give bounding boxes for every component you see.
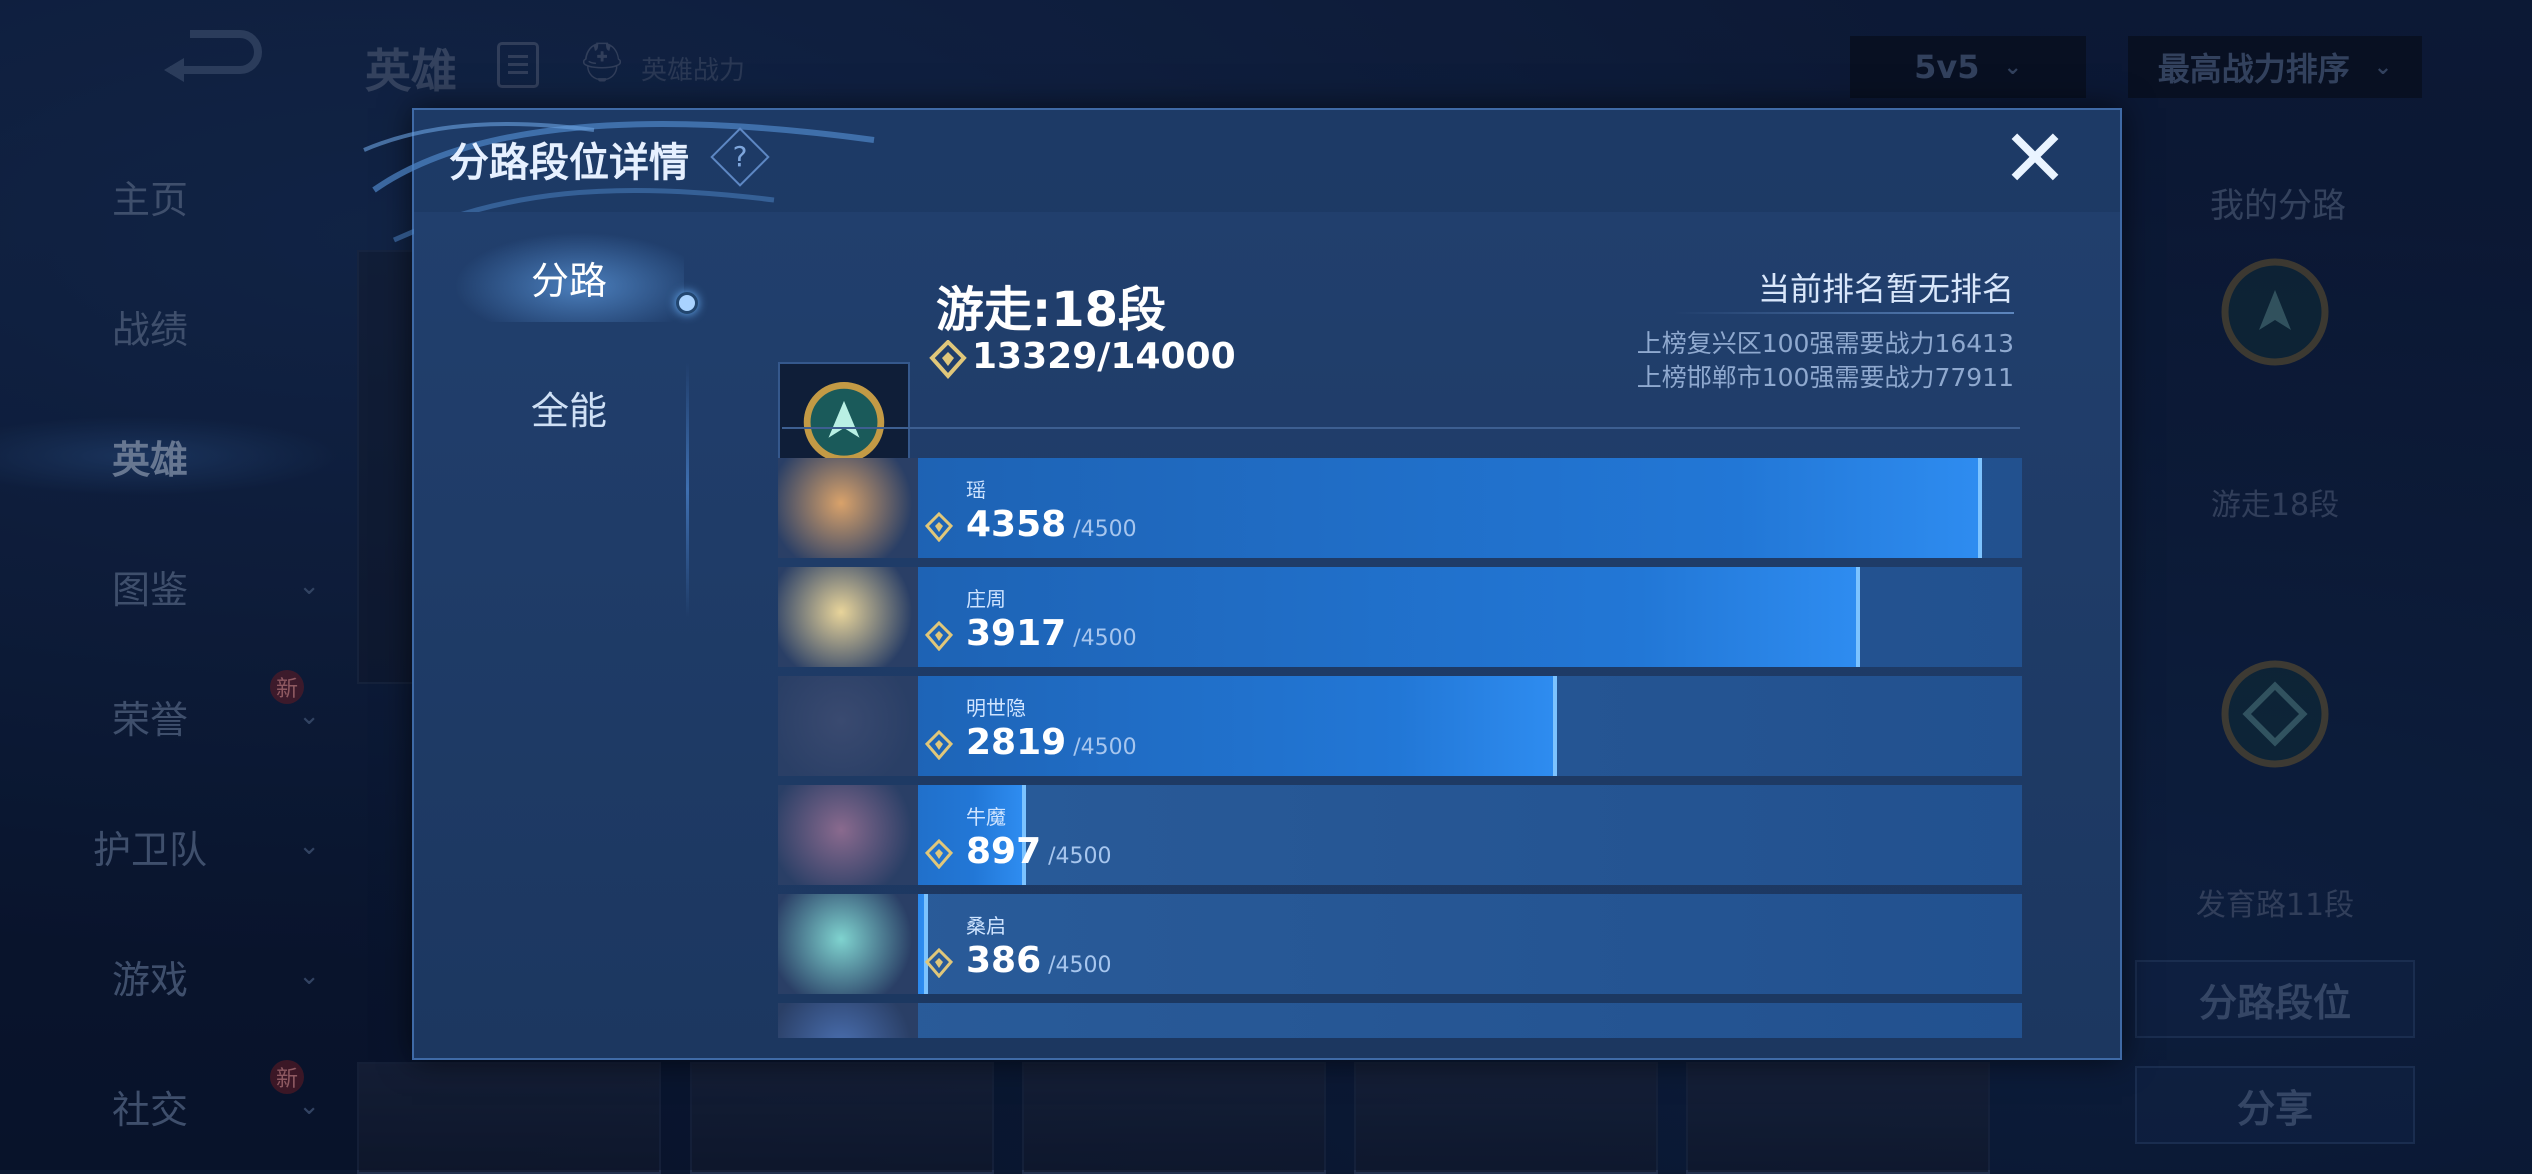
hero-row[interactable]: 桑启 386 /4500 [778,894,2022,994]
hero-power: 3917 /4500 [966,613,1137,654]
hero-portrait [778,1003,918,1038]
hero-power: 897 /4500 [966,831,1112,872]
hero-row[interactable] [778,1003,2022,1038]
hero-power-max: /4500 [1041,844,1112,869]
power-icon [924,621,954,651]
lane-rank-detail-modal: 分路段位详情 ? ✕ 分路 全能 游走:18段 13329/14000 当前排名… [363,108,2122,1060]
hero-power-value: 3917 [966,613,1067,654]
rank-requirement: 上榜复兴区100强需要战力16413 [1636,329,2014,358]
hero-portrait [778,676,918,776]
rank-requirement: 上榜邯郸市100强需要战力77911 [1636,363,2014,392]
tab-lane[interactable]: 分路 [454,232,684,322]
hero-name: 桑启 [966,914,1006,938]
hero-portrait [778,567,918,667]
lane-power-max: /14000 [1097,336,1236,377]
power-icon [924,948,954,978]
hero-power-value: 386 [966,940,1042,981]
hero-power: 2819 /4500 [966,722,1137,763]
hero-power-max: /4500 [1066,735,1137,760]
tab-rail [686,362,689,617]
hero-portrait [778,894,918,994]
hero-power: 4358 /4500 [966,504,1137,545]
hero-power: 386 /4500 [966,940,1112,981]
hero-power-list[interactable]: 瑶 4358 /4500 庄周 3917 /4500 明世隐 2819 /4500 牛魔 89… [778,458,2022,1038]
modal-body: 分路 全能 游走:18段 13329/14000 当前排名暂无排名 上榜复兴区1… [414,212,2120,1058]
rank-divider [1674,312,2014,314]
power-icon [924,512,954,542]
power-icon [924,730,954,760]
active-tab-indicator [676,292,698,314]
lane-power: 13329/14000 [972,336,1236,377]
hero-power-value: 2819 [966,722,1067,763]
power-icon [924,839,954,869]
tab-all-round[interactable]: 全能 [454,362,684,452]
hero-power-progress [778,567,1861,667]
hero-power-progress [778,458,1983,558]
hero-power-max: /4500 [1066,626,1137,651]
power-icon [929,340,967,380]
hero-row[interactable]: 明世隐 2819 /4500 [778,676,2022,776]
close-button[interactable]: ✕ [2000,119,2070,199]
lane-name: 游走:18段 [936,282,1166,338]
hero-power-max: /4500 [1066,517,1137,542]
hero-power-value: 897 [966,831,1042,872]
hero-row[interactable]: 牛魔 897 /4500 [778,785,2022,885]
hero-row[interactable]: 庄周 3917 /4500 [778,567,2022,667]
hero-row[interactable]: 瑶 4358 /4500 [778,458,2022,558]
hero-portrait [778,458,918,558]
hero-name: 明世隐 [966,696,1026,720]
lane-power-value: 13329 [972,336,1098,377]
hero-name: 牛魔 [966,805,1006,829]
help-glyph: ? [732,140,748,173]
rank-status: 当前排名暂无排名 [1757,270,2014,308]
hero-portrait [778,785,918,885]
hero-name: 瑶 [966,478,986,502]
hero-name: 庄周 [966,587,1006,611]
hero-power-max: /4500 [1041,953,1112,978]
section-divider [782,427,2020,429]
modal-title: 分路段位详情 [449,140,689,186]
hero-power-value: 4358 [966,504,1067,545]
